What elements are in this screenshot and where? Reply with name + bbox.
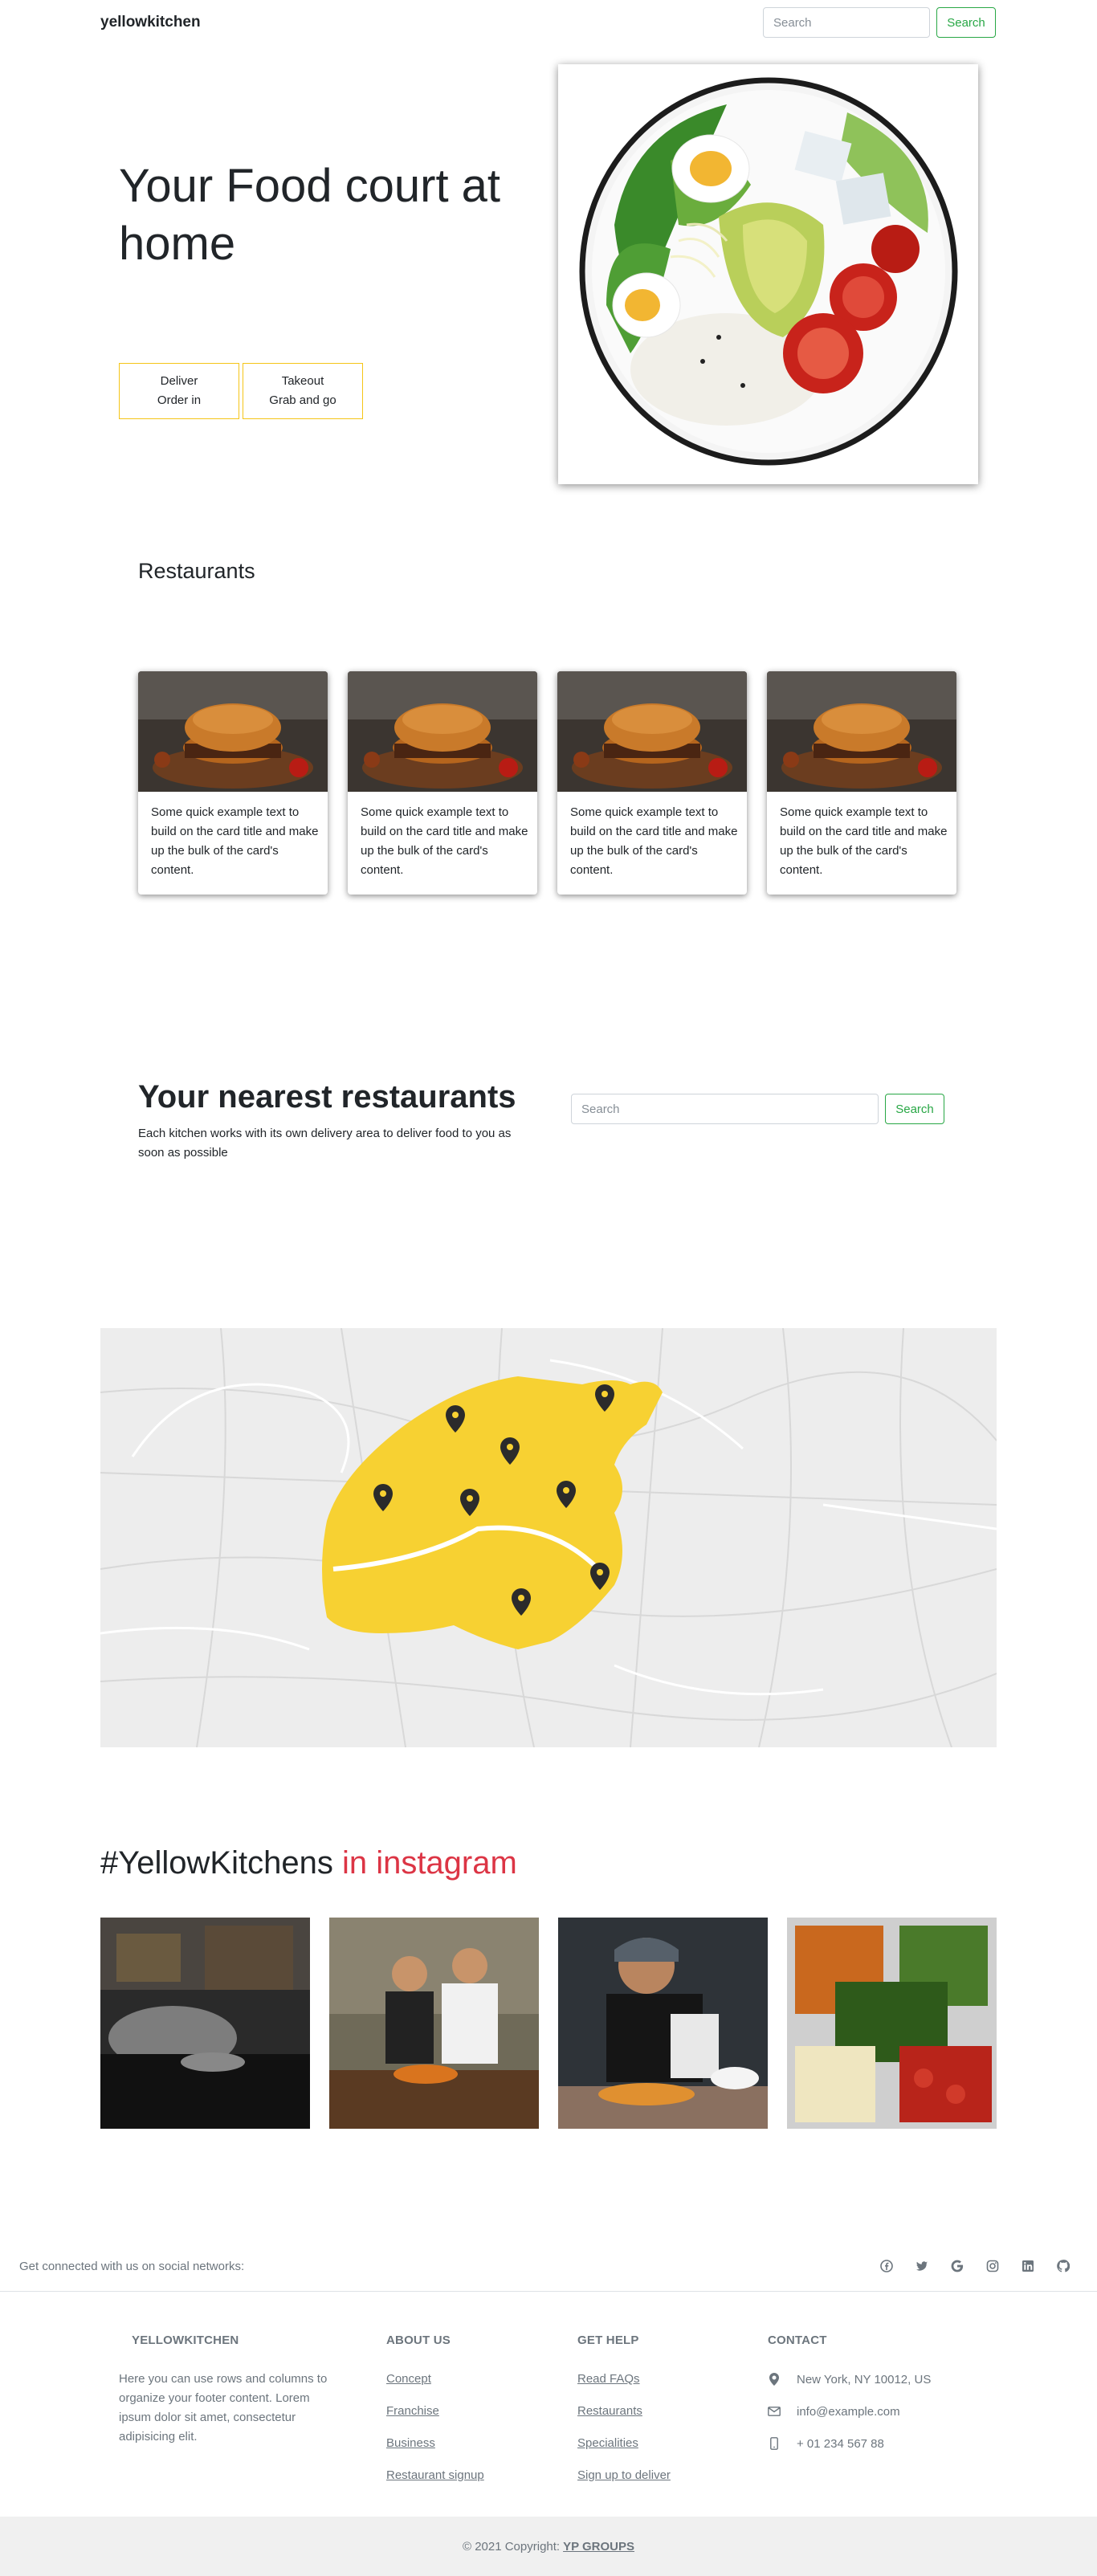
footer-brand-heading: YELLOWKITCHEN bbox=[132, 2333, 239, 2347]
restaurant-card[interactable]: Some quick example text to build on the … bbox=[767, 671, 956, 895]
social-icons bbox=[869, 2256, 1081, 2276]
footer-link-concept[interactable]: Concept bbox=[386, 2370, 484, 2389]
salad-bowl-image bbox=[558, 64, 978, 484]
instagram-photo-salad-bar[interactable] bbox=[787, 1918, 997, 2129]
card-text: Some quick example text to build on the … bbox=[151, 805, 319, 877]
footer-link-restaurants[interactable]: Restaurants bbox=[577, 2402, 671, 2421]
navbar: yellowkitchen Search bbox=[0, 0, 1097, 45]
twitter-icon[interactable] bbox=[904, 2256, 940, 2276]
restaurants-title: Restaurants bbox=[138, 559, 255, 583]
google-icon[interactable] bbox=[940, 2256, 975, 2276]
envelope-icon bbox=[768, 2407, 781, 2416]
phone-icon bbox=[768, 2437, 781, 2450]
contact-phone: + 01 234 567 88 bbox=[768, 2434, 931, 2453]
page: yellowkitchen Search Your Food court at … bbox=[0, 0, 1097, 2576]
instagram-title-main: #YellowKitchens bbox=[100, 1845, 333, 1881]
instagram-title: #YellowKitchens in instagram bbox=[100, 1845, 517, 1881]
takeout-sublabel: Grab and go bbox=[269, 393, 336, 407]
burger-image bbox=[557, 671, 747, 792]
card-text: Some quick example text to build on the … bbox=[780, 805, 948, 877]
instagram-icon[interactable] bbox=[975, 2256, 1010, 2276]
deliver-sublabel: Order in bbox=[157, 393, 202, 407]
restaurant-search-input[interactable] bbox=[571, 1094, 879, 1124]
nearest-restaurants-subtitle: Each kitchen works with its own delivery… bbox=[138, 1127, 512, 1160]
footer-contact-heading: CONTACT bbox=[768, 2333, 827, 2347]
linkedin-icon[interactable] bbox=[1010, 2256, 1046, 2276]
copyright-owner-link[interactable]: YP GROUPS bbox=[563, 2540, 634, 2554]
navbar-search-input[interactable] bbox=[763, 7, 930, 38]
restaurant-card[interactable]: Some quick example text to build on the … bbox=[557, 671, 747, 895]
footer-link-sign-up-to-deliver[interactable]: Sign up to deliver bbox=[577, 2466, 671, 2485]
footer-about-us-heading: ABOUT US bbox=[386, 2333, 451, 2347]
copyright-bar: © 2021 Copyright: YP GROUPS bbox=[0, 2517, 1097, 2576]
contact-address: New York, NY 10012, US bbox=[768, 2370, 931, 2389]
instagram-photo-couple-cooking[interactable] bbox=[329, 1918, 539, 2129]
takeout-label: Takeout bbox=[281, 374, 324, 388]
burger-image bbox=[767, 671, 956, 792]
card-text: Some quick example text to build on the … bbox=[361, 805, 528, 877]
card-text: Some quick example text to build on the … bbox=[570, 805, 738, 877]
footer-get-help-heading: GET HELP bbox=[577, 2333, 639, 2347]
contact-phone-text: + 01 234 567 88 bbox=[797, 2436, 884, 2451]
instagram-photo-chef-plating[interactable] bbox=[558, 1918, 768, 2129]
location-pin-icon bbox=[768, 2373, 781, 2386]
instagram-title-accent: in instagram bbox=[332, 1845, 517, 1881]
delivery-area-map[interactable] bbox=[100, 1328, 997, 1747]
instagram-photo-street-kitchen[interactable] bbox=[100, 1918, 310, 2129]
restaurant-card[interactable]: Some quick example text to build on the … bbox=[138, 671, 328, 895]
nearest-restaurants-title: Your nearest restaurants bbox=[138, 1079, 516, 1115]
hero-title: Your Food court at home bbox=[119, 160, 501, 270]
deliver-label: Deliver bbox=[160, 374, 198, 388]
navbar-search-button[interactable]: Search bbox=[936, 7, 996, 38]
burger-image bbox=[138, 671, 328, 792]
footer-get-help: GET HELP Read FAQs Restaurants Specialit… bbox=[577, 2333, 671, 2498]
deliver-button[interactable]: Deliver Order in bbox=[119, 363, 239, 419]
brand-logo[interactable]: yellowkitchen bbox=[100, 14, 201, 31]
footer-about: YELLOWKITCHEN Here you can use rows and … bbox=[119, 2333, 336, 2447]
footer-link-business[interactable]: Business bbox=[386, 2434, 484, 2453]
footer-link-restaurant-signup[interactable]: Restaurant signup bbox=[386, 2466, 484, 2485]
footer-link-franchise[interactable]: Franchise bbox=[386, 2402, 484, 2421]
facebook-icon[interactable] bbox=[869, 2256, 904, 2276]
restaurant-card[interactable]: Some quick example text to build on the … bbox=[348, 671, 537, 895]
footer-link-read-faqs[interactable]: Read FAQs bbox=[577, 2370, 671, 2389]
contact-email-text[interactable]: info@example.com bbox=[797, 2405, 900, 2419]
restaurant-search-button[interactable]: Search bbox=[885, 1094, 944, 1124]
burger-image bbox=[348, 671, 537, 792]
footer-link-specialities[interactable]: Specialities bbox=[577, 2434, 671, 2453]
github-icon[interactable] bbox=[1046, 2256, 1081, 2276]
footer-contact: CONTACT New York, NY 10012, US info@exam… bbox=[768, 2333, 931, 2466]
footer-about-us: ABOUT US Concept Franchise Business Rest… bbox=[386, 2333, 484, 2498]
footer-description: Here you can use rows and columns to org… bbox=[119, 2372, 328, 2444]
social-text: Get connected with us on social networks… bbox=[19, 2260, 245, 2273]
social-bar: Get connected with us on social networks… bbox=[0, 2240, 1097, 2292]
contact-address-text: New York, NY 10012, US bbox=[797, 2372, 932, 2386]
copyright-text: © 2021 Copyright: bbox=[462, 2539, 561, 2554]
contact-email: info@example.com bbox=[768, 2402, 931, 2421]
takeout-button[interactable]: Takeout Grab and go bbox=[243, 363, 363, 419]
